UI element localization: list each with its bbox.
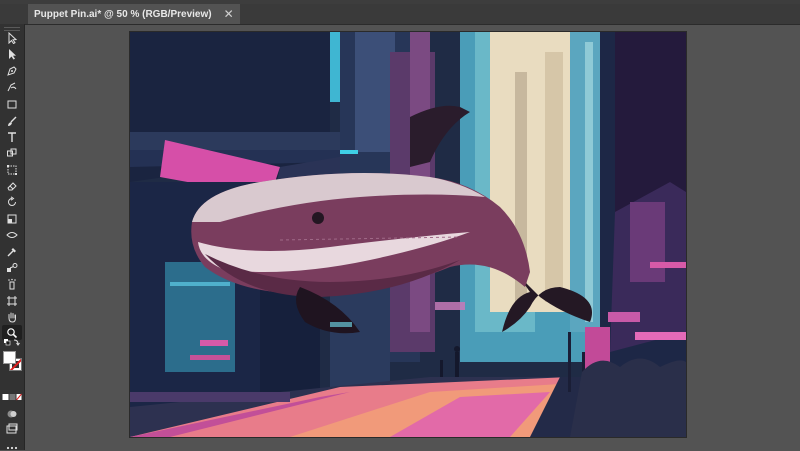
document-tab-title: Puppet Pin.ai* @ 50 % (RGB/Preview) <box>34 8 212 20</box>
document-tab-bar: Puppet Pin.ai* @ 50 % (RGB/Preview) ✕ <box>0 4 800 25</box>
screen-mode-icon[interactable] <box>6 423 18 435</box>
scale-tool[interactable] <box>2 211 22 226</box>
rotate-icon <box>8 195 16 206</box>
spray-icon <box>8 278 16 289</box>
eraser-tool[interactable] <box>2 178 22 193</box>
default-colors-icon[interactable] <box>3 337 21 349</box>
direct-selection-tool[interactable] <box>2 46 22 61</box>
hand-tool[interactable] <box>2 309 22 324</box>
eyedropper-icon <box>7 247 16 256</box>
fill-swatch[interactable] <box>3 351 16 364</box>
hollow-arrow-icon <box>9 48 16 59</box>
fill-stroke-widget <box>3 351 23 371</box>
free-transform-icon <box>7 164 17 175</box>
pen-icon <box>7 65 17 76</box>
width-icon <box>6 231 18 238</box>
pen-tool[interactable] <box>2 63 22 78</box>
artboard-tool[interactable] <box>2 293 22 308</box>
rectangle-icon <box>7 100 17 108</box>
type-icon <box>8 131 16 142</box>
shape-builder-icon <box>7 148 17 156</box>
blend-icon <box>7 262 18 272</box>
scale-icon <box>7 214 17 223</box>
paintbrush-tool[interactable] <box>2 113 22 128</box>
selection-tool[interactable] <box>2 30 22 45</box>
curvature-pen-icon <box>7 82 17 91</box>
shape-builder-tool[interactable] <box>2 145 22 160</box>
width-tool[interactable] <box>2 227 22 242</box>
rotate-tool[interactable] <box>2 194 22 209</box>
whale-city-artwork <box>130 32 686 437</box>
more-tools-icon[interactable] <box>6 445 18 451</box>
artboard-icon <box>7 295 17 306</box>
drawing-modes-icon[interactable] <box>6 408 18 420</box>
eyedropper-tool[interactable] <box>2 244 22 259</box>
tools-panel <box>0 24 25 450</box>
close-tab-icon[interactable]: ✕ <box>224 7 234 21</box>
arrow-icon <box>8 31 18 44</box>
eraser-icon <box>7 181 17 190</box>
type-tool[interactable] <box>2 129 22 144</box>
document-tab[interactable]: Puppet Pin.ai* @ 50 % (RGB/Preview) ✕ <box>28 4 240 24</box>
brush-icon <box>8 116 17 126</box>
blend-tool[interactable] <box>2 260 22 275</box>
artboard-canvas[interactable] <box>130 32 686 437</box>
hand-icon <box>8 312 16 323</box>
free-transform-tool[interactable] <box>2 162 22 177</box>
curvature-tool[interactable] <box>2 79 22 94</box>
color-mode-icons[interactable] <box>2 393 22 402</box>
symbol-sprayer-tool[interactable] <box>2 276 22 291</box>
rectangle-tool[interactable] <box>2 96 22 111</box>
